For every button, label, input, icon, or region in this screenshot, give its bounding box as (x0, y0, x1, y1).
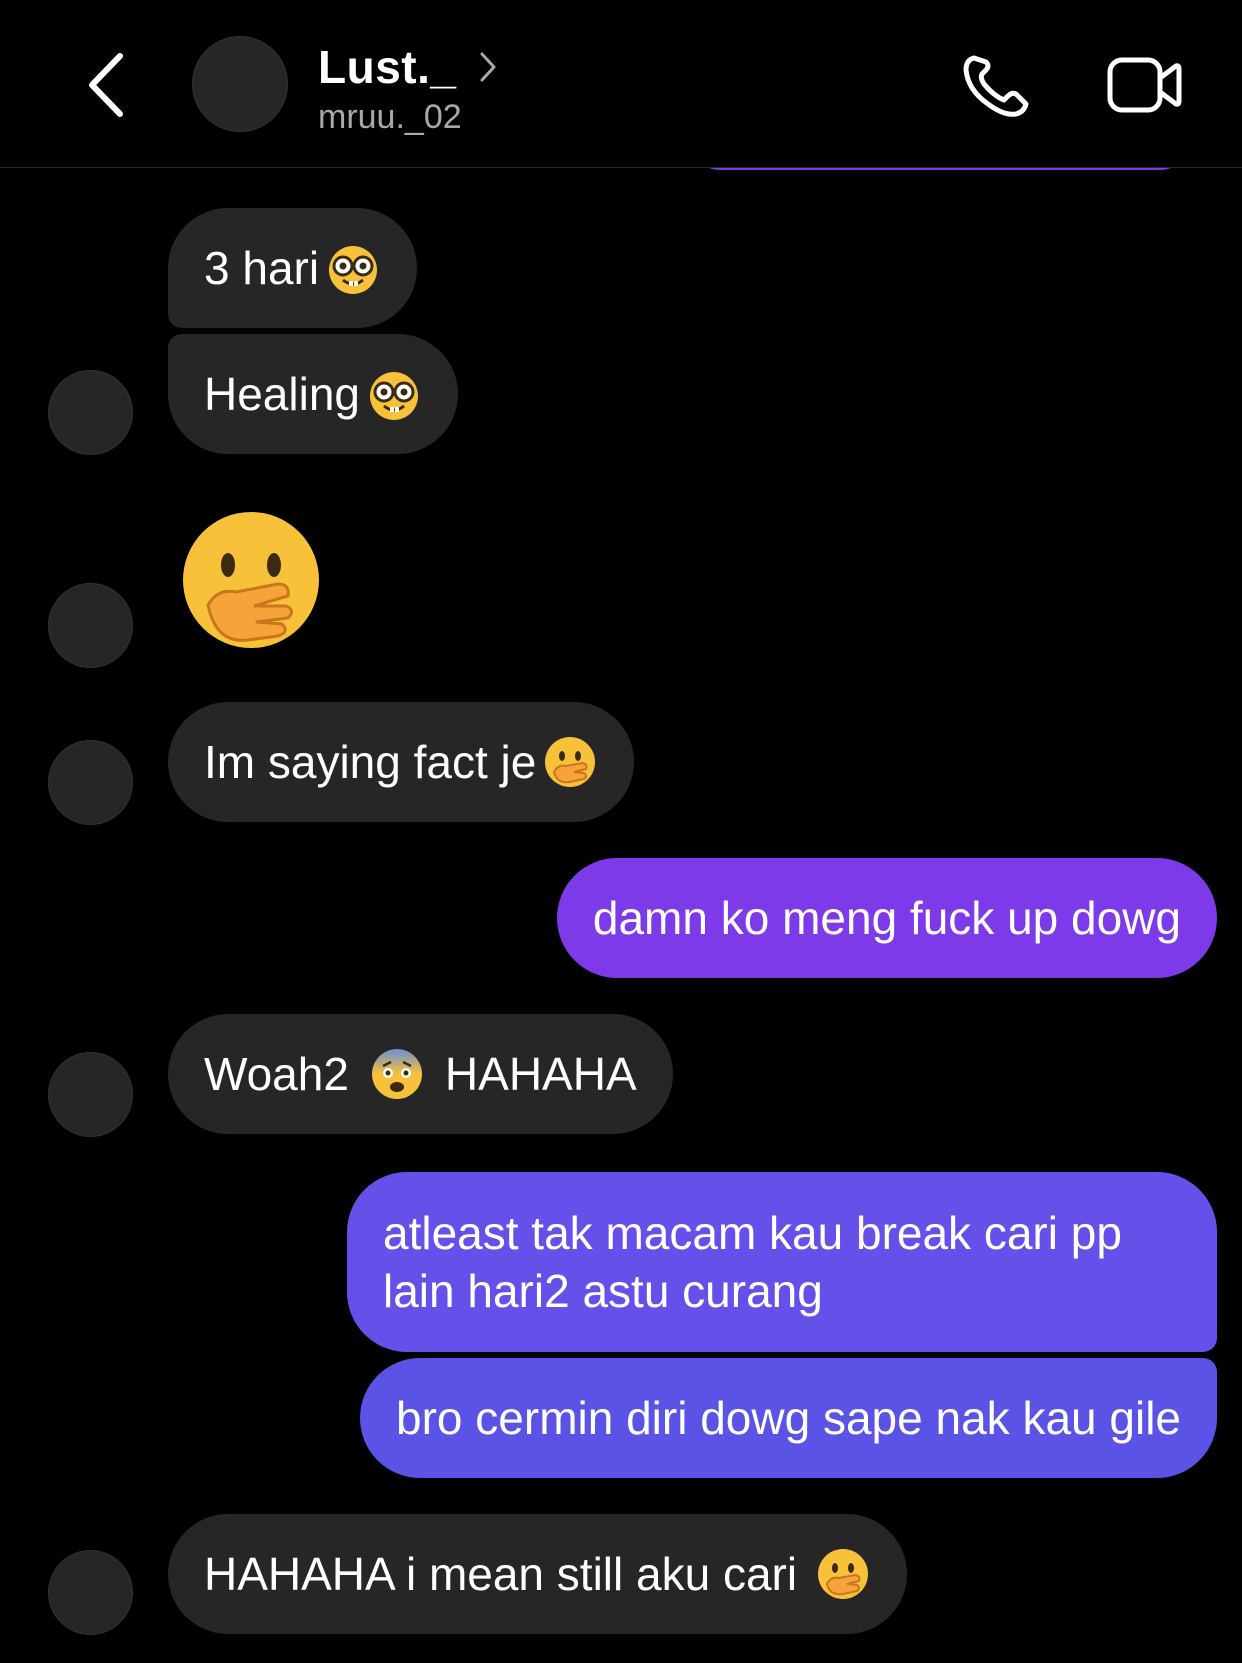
outgoing-message-bubble[interactable]: damn ko meng fuck up dowg (556, 858, 1217, 978)
face-with-hand-over-mouth-icon (818, 1549, 869, 1599)
video-call-icon[interactable] (1106, 50, 1182, 120)
contact-username: mruu._02 (318, 98, 462, 136)
contact-name[interactable]: Lust._ (318, 40, 456, 94)
message-text: 3 hari (204, 242, 320, 294)
sender-avatar[interactable] (48, 1550, 133, 1635)
contact-name-row[interactable]: Lust._ (318, 40, 498, 94)
face-with-hand-over-mouth-icon (545, 737, 596, 787)
back-arrow-icon[interactable] (82, 50, 132, 120)
fearful-face-icon (371, 1049, 422, 1099)
incoming-message-bubble[interactable]: 3 hari (168, 208, 418, 328)
message-text: Healing (204, 368, 360, 420)
message-thread[interactable]: 3 hari Healing Im saying fact je damn ko… (0, 0, 1242, 1663)
chevron-right-icon (480, 52, 496, 82)
nerd-face-icon (370, 372, 418, 420)
message-text: HAHAHA i mean still aku cari (204, 1548, 798, 1600)
outgoing-message-bubble[interactable]: atleast tak macam kau break cari pp lain… (347, 1172, 1217, 1352)
message-text: damn ko meng fuck up dowg (592, 892, 1181, 944)
sender-avatar[interactable] (48, 1052, 133, 1137)
contact-avatar[interactable] (192, 36, 288, 132)
chat-header: Lust._ mruu._02 (0, 0, 1242, 168)
outgoing-message-bubble[interactable]: bro cermin diri dowg sape nak kau gile (360, 1358, 1217, 1478)
message-text: bro cermin diri dowg sape nak kau gile (396, 1392, 1181, 1444)
message-text-line-2: lain hari2 astu curang (383, 1265, 823, 1317)
phone-call-icon[interactable] (960, 52, 1032, 120)
sender-avatar[interactable] (48, 583, 133, 668)
face-with-hand-over-mouth-icon[interactable] (178, 510, 324, 656)
message-text: HAHAHA (444, 1048, 637, 1100)
incoming-message-bubble[interactable]: Im saying fact je (168, 702, 635, 822)
message-text: Im saying fact je (204, 736, 537, 788)
sender-avatar[interactable] (48, 370, 133, 455)
incoming-message-bubble[interactable]: Woah2 HAHAHA (168, 1014, 673, 1134)
incoming-message-bubble[interactable]: Healing (168, 334, 458, 454)
incoming-message-bubble[interactable]: HAHAHA i mean still aku cari (168, 1514, 908, 1634)
message-text: Woah2 (204, 1048, 349, 1100)
sender-avatar[interactable] (48, 740, 133, 825)
nerd-face-icon (329, 246, 378, 294)
message-text-line-1: atleast tak macam kau break cari pp (383, 1207, 1122, 1259)
